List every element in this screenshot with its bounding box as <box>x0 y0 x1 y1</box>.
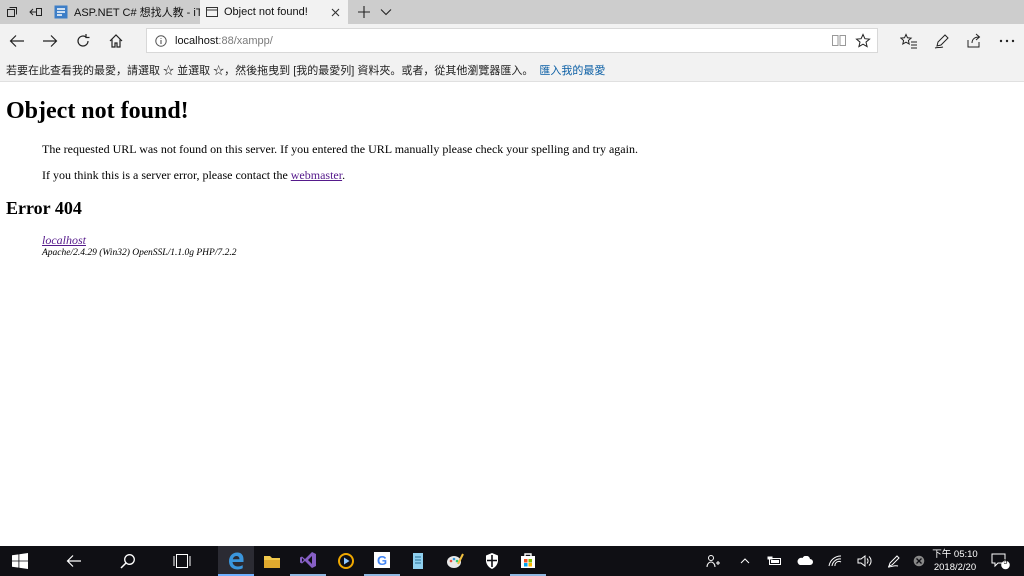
contact-suffix: . <box>342 168 346 182</box>
favorites-bar-hint: 若要在此查看我的最愛，請選取 ☆ 並選取 ☆，然後拖曳到 [我的最愛列] 資料夾… <box>6 64 534 77</box>
more-menu-icon[interactable] <box>995 29 1019 53</box>
add-favorite-star-icon[interactable] <box>851 29 875 53</box>
home-icon[interactable] <box>104 29 128 53</box>
new-tab-icon[interactable] <box>352 0 376 24</box>
tab-object-not-found[interactable]: Object not found! <box>200 0 348 24</box>
chrome-icon[interactable]: G <box>364 546 400 576</box>
file-explorer-icon[interactable] <box>254 546 290 576</box>
tab-title: Object not found! <box>224 6 308 18</box>
visual-studio-icon[interactable] <box>290 546 326 576</box>
clock-time: 下午 05:10 <box>932 549 978 560</box>
url-host: localhost <box>175 34 219 47</box>
taskbar: G 下午 05:10 2018/2/20 5 <box>0 546 1024 576</box>
defender-icon[interactable] <box>474 546 510 576</box>
back-icon[interactable] <box>5 29 29 53</box>
page-favicon-icon <box>206 6 218 18</box>
paint-icon[interactable] <box>437 546 473 576</box>
navigation-bar: localhost:88/xampp/ <box>0 24 1024 58</box>
error-code-heading: Error 404 <box>6 198 82 218</box>
action-center-icon[interactable]: 5 <box>990 551 1012 571</box>
start-icon[interactable] <box>2 546 38 576</box>
notification-count: 5 <box>1003 559 1008 566</box>
contact-message: If you think this is a server error, ple… <box>42 168 345 183</box>
back-icon[interactable] <box>56 546 92 576</box>
address-bar[interactable]: localhost:88/xampp/ <box>146 28 878 53</box>
windows-ink-pen-icon[interactable] <box>884 546 906 576</box>
refresh-icon[interactable] <box>71 29 95 53</box>
clock-date: 2018/2/20 <box>933 562 977 573</box>
people-icon[interactable] <box>702 546 724 576</box>
tab-title: ASP.NET C# 想找人教 - iT 邦 <box>74 7 200 19</box>
reading-view-icon[interactable] <box>831 32 847 51</box>
tabs-aside-icon[interactable] <box>0 0 24 24</box>
tab-strip: ASP.NET C# 想找人教 - iT 邦 Object not found! <box>0 0 1024 24</box>
forward-icon[interactable] <box>38 29 62 53</box>
tab-aspnet[interactable]: ASP.NET C# 想找人教 - iT 邦 <box>48 0 200 24</box>
system-clock[interactable]: 下午 05:10 2018/2/20 <box>928 548 982 574</box>
set-aside-tabs-icon[interactable] <box>24 0 48 24</box>
onedrive-cloud-icon[interactable] <box>794 546 816 576</box>
localhost-link[interactable]: localhost <box>42 233 86 248</box>
ithome-favicon-icon <box>54 5 68 19</box>
favorites-bar: 若要在此查看我的最愛，請選取 ☆ 並選取 ☆，然後拖曳到 [我的最愛列] 資料夾… <box>0 58 1024 82</box>
close-tab-icon[interactable] <box>326 3 344 21</box>
show-hidden-icons-chevron-icon[interactable] <box>734 546 756 576</box>
favorites-hub-icon[interactable] <box>897 29 921 53</box>
page-heading: Object not found! <box>6 98 189 124</box>
notepad-icon[interactable] <box>400 546 436 576</box>
task-view-icon[interactable] <box>164 546 200 576</box>
svg-text:G: G <box>377 553 387 568</box>
error-message: The requested URL was not found on this … <box>42 142 638 156</box>
search-icon[interactable] <box>110 546 146 576</box>
tab-preview-chevron-icon[interactable] <box>374 0 398 24</box>
edge-icon[interactable] <box>218 546 254 576</box>
web-note-pen-icon[interactable] <box>930 29 954 53</box>
battery-power-icon[interactable] <box>764 546 786 576</box>
server-signature: Apache/2.4.29 (Win32) OpenSSL/1.1.0g PHP… <box>42 248 237 258</box>
site-info-icon[interactable] <box>155 34 167 47</box>
page-content: Object not found! The requested URL was … <box>0 82 1024 546</box>
share-icon[interactable] <box>962 29 986 53</box>
stop-circle-icon[interactable] <box>908 546 930 576</box>
contact-text: If you think this is a server error, ple… <box>42 168 291 182</box>
volume-icon[interactable] <box>854 546 876 576</box>
url-path: :88/xampp/ <box>218 34 273 47</box>
wifi-network-icon[interactable] <box>824 546 846 576</box>
import-favorites-link[interactable]: 匯入我的最愛 <box>539 62 605 78</box>
store-icon[interactable] <box>510 546 546 576</box>
webmaster-link[interactable]: webmaster <box>291 168 342 182</box>
media-player-icon[interactable] <box>328 546 364 576</box>
